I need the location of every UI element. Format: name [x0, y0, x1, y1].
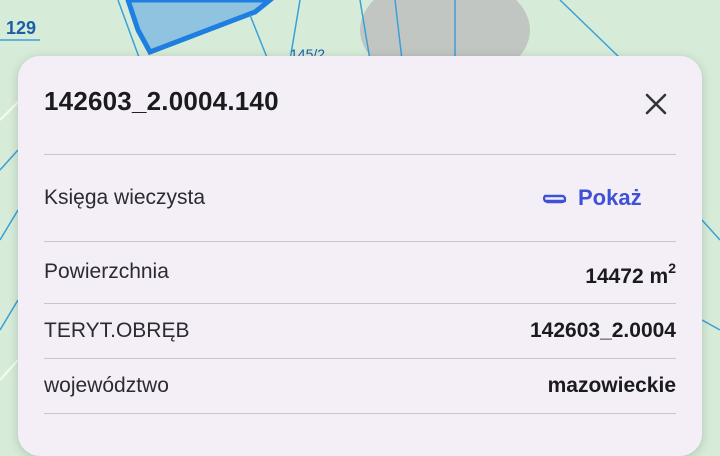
teryt-label: TERYT.OBRĘB	[44, 319, 190, 342]
area-label: Powierzchnia	[44, 260, 169, 283]
close-icon	[645, 93, 667, 115]
divider	[44, 241, 676, 242]
voivodeship-label: województwo	[44, 374, 169, 397]
divider	[44, 358, 676, 359]
area-unit-exponent: 2	[668, 260, 676, 276]
paperclip-icon	[542, 194, 567, 204]
teryt-value: 142603_2.0004	[530, 319, 676, 342]
area-number: 14472	[585, 265, 644, 288]
area-value: 14472 m2	[585, 260, 676, 289]
parcel-info-panel: 142603_2.0004.140 Księga wieczysta Pokaż…	[18, 56, 702, 456]
show-land-register-link[interactable]: Pokaż	[538, 180, 642, 216]
divider	[44, 413, 676, 414]
land-register-label: Księga wieczysta	[44, 186, 206, 209]
close-button[interactable]	[638, 86, 674, 122]
area-unit: m	[649, 265, 669, 288]
road-number-label: 129	[6, 18, 37, 38]
divider	[44, 154, 676, 155]
voivodeship-value: mazowieckie	[547, 374, 676, 397]
divider	[44, 303, 676, 304]
show-link-label: Pokaż	[578, 185, 642, 210]
parcel-id-title: 142603_2.0004.140	[44, 86, 279, 116]
